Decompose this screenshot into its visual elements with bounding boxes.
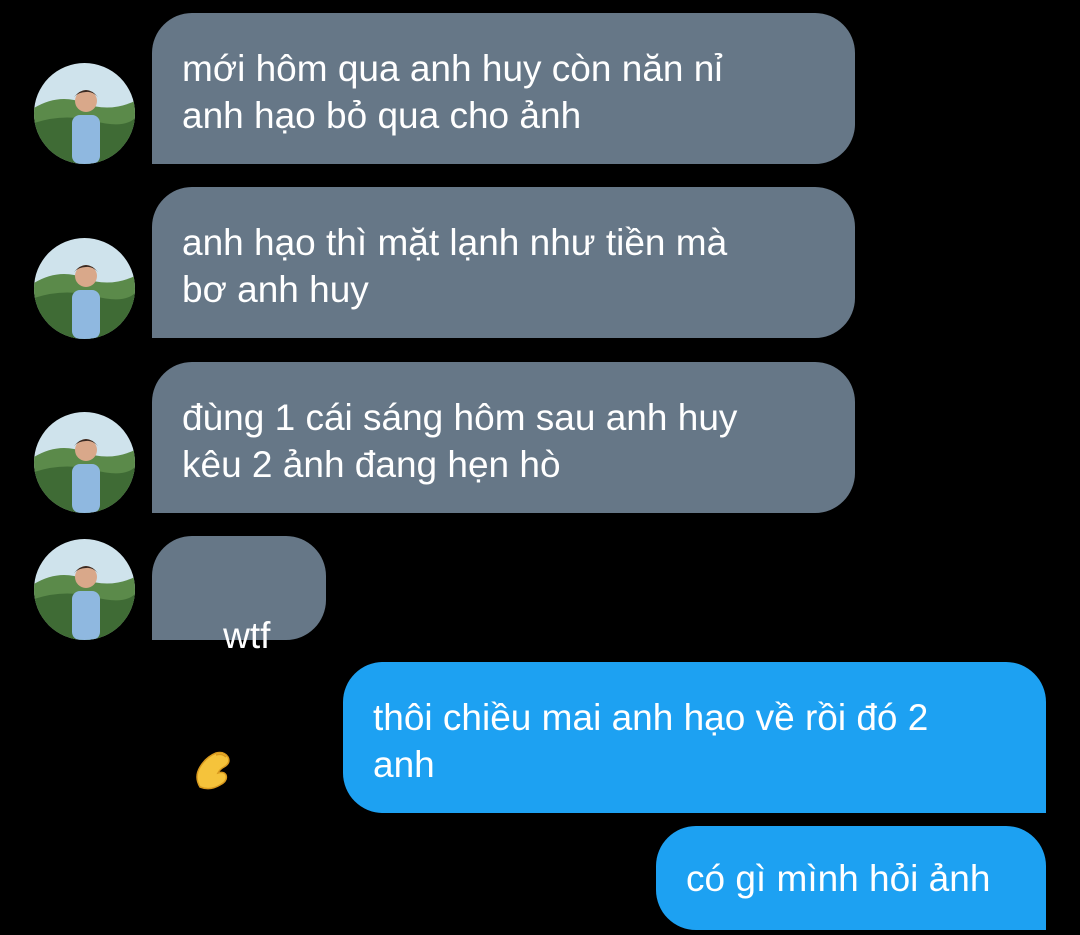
avatar[interactable]	[34, 539, 135, 640]
outgoing-message-bubble[interactable]: có gì mình hỏi ảnh	[656, 826, 1046, 930]
profile-photo-icon	[34, 238, 135, 339]
outgoing-message-bubble[interactable]: thôi chiều mai anh hạo về rồi đó 2 anh	[343, 662, 1046, 813]
pinching-hand-emoji-icon	[190, 653, 296, 851]
message-text: wtf	[223, 615, 271, 656]
chat-thread: mới hôm qua anh huy còn năn nỉ anh hạo b…	[0, 0, 1080, 935]
profile-photo-icon	[34, 412, 135, 513]
avatar[interactable]	[34, 238, 135, 339]
profile-photo-icon	[34, 539, 135, 640]
avatar[interactable]	[34, 412, 135, 513]
profile-photo-icon	[34, 63, 135, 164]
avatar[interactable]	[34, 63, 135, 164]
incoming-message-bubble[interactable]: anh hạo thì mặt lạnh như tiền mà bơ anh …	[152, 187, 855, 338]
incoming-message-bubble[interactable]: đùng 1 cái sáng hôm sau anh huy kêu 2 ản…	[152, 362, 855, 513]
incoming-message-bubble[interactable]: mới hôm qua anh huy còn năn nỉ anh hạo b…	[152, 13, 855, 164]
incoming-message-bubble[interactable]: wtf	[152, 536, 326, 790]
